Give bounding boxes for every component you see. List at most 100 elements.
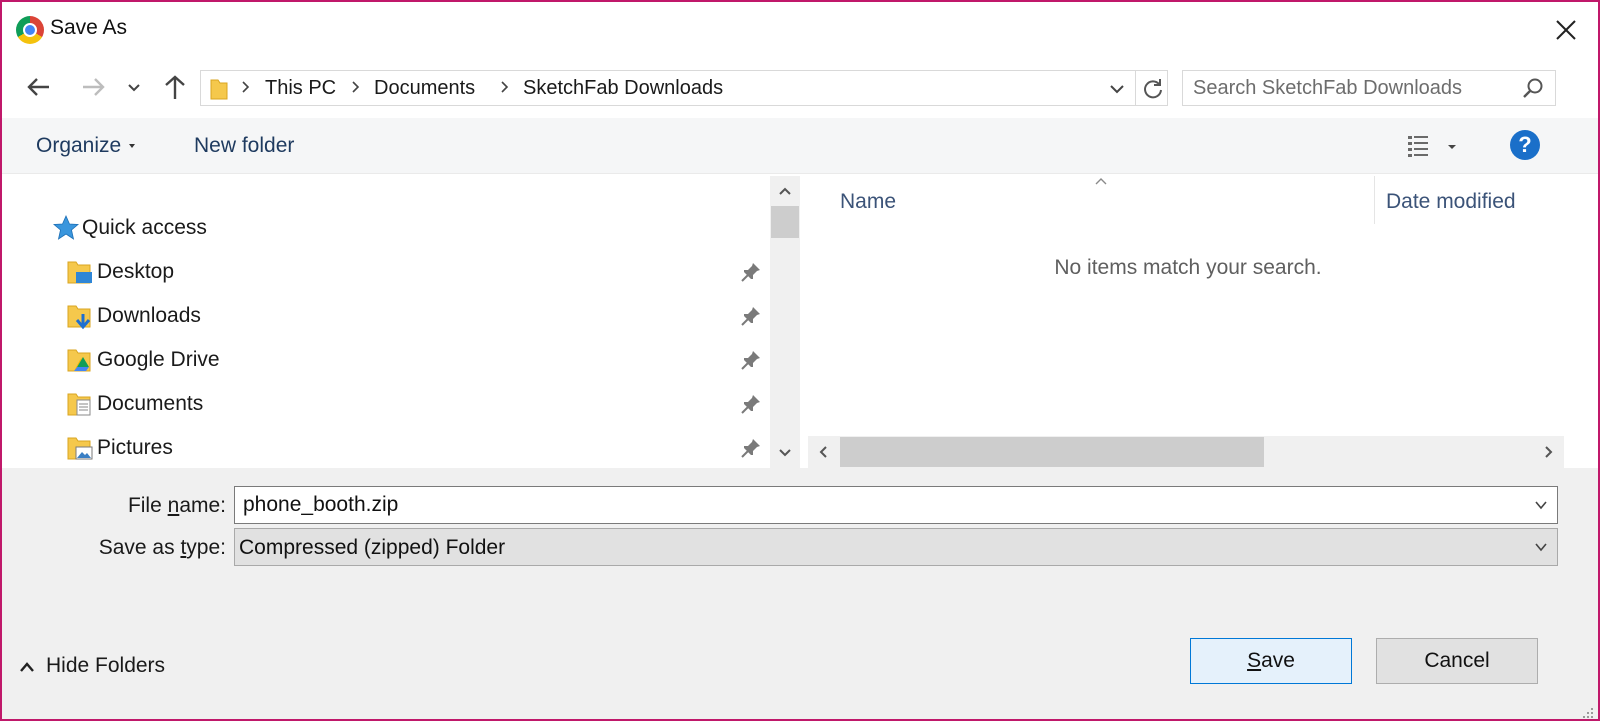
label-part: File <box>127 494 168 517</box>
cancel-button[interactable]: Cancel <box>1376 638 1538 684</box>
forward-arrow-icon <box>83 78 105 96</box>
chevron-down-icon[interactable] <box>1533 497 1549 513</box>
documents-folder-icon <box>67 393 91 416</box>
dialog-title: Save As <box>50 16 128 39</box>
chevron-down-icon <box>128 84 140 92</box>
save-as-type-label: Save as type: <box>16 536 226 560</box>
new-folder-button[interactable]: New folder <box>194 134 294 158</box>
nav-item-quick-access[interactable]: Quick access <box>2 206 772 250</box>
nav-item-pictures[interactable]: Pictures <box>2 426 772 470</box>
save-as-type-value: Compressed (zipped) Folder <box>239 536 506 559</box>
sort-ascending-icon <box>1095 178 1107 185</box>
file-name-label: File name: <box>16 494 226 518</box>
file-list-horizontal-scrollbar[interactable] <box>808 436 1564 468</box>
title-bar: Save As <box>2 2 1598 58</box>
scroll-up-button[interactable] <box>770 176 800 206</box>
nav-item-google-drive[interactable]: Google Drive <box>2 338 772 382</box>
organize-label: Organize <box>36 134 122 157</box>
help-button[interactable]: ? <box>1510 130 1540 160</box>
change-view-button[interactable] <box>1402 132 1464 162</box>
command-bar: Organize New folder ? <box>2 118 1598 174</box>
chevron-right-icon <box>501 81 509 93</box>
chevron-down-icon <box>1535 543 1547 552</box>
navigation-bar: This PC Documents SketchFab Downloads <box>2 60 1598 116</box>
file-list: Name Date modified No items match your s… <box>808 176 1564 468</box>
column-divider[interactable] <box>1374 176 1375 224</box>
address-divider <box>1135 71 1136 105</box>
chevron-down-icon[interactable] <box>1107 79 1127 99</box>
resize-grip-icon[interactable] <box>1580 705 1594 719</box>
breadcrumb-documents[interactable]: Documents <box>374 77 475 100</box>
quick-access-star-icon <box>52 215 80 240</box>
chevron-left-icon <box>819 446 827 458</box>
scroll-down-button[interactable] <box>770 438 800 468</box>
quick-access-label: Quick access <box>82 216 207 239</box>
caret-down-icon <box>129 144 136 149</box>
column-header-name[interactable]: Name <box>840 190 896 214</box>
close-icon <box>1556 20 1576 40</box>
nav-item-label: Pictures <box>97 436 173 459</box>
breadcrumb-sketchfab-downloads[interactable]: SketchFab Downloads <box>523 77 723 100</box>
pin-icon[interactable] <box>740 261 762 283</box>
access-key: S <box>1247 649 1262 672</box>
file-name-input[interactable] <box>243 492 1513 518</box>
nav-item-label: Desktop <box>97 260 175 283</box>
folder-icon <box>210 79 228 100</box>
pin-icon[interactable] <box>740 437 762 459</box>
pictures-folder-icon <box>67 437 93 460</box>
chevron-right-icon <box>352 81 360 93</box>
chevron-up-icon <box>779 187 791 195</box>
nav-item-documents[interactable]: Documents <box>2 382 772 426</box>
close-button[interactable] <box>1548 12 1584 48</box>
back-arrow-icon <box>27 78 49 96</box>
label-part: ype: <box>186 536 226 559</box>
forward-button[interactable] <box>78 72 108 102</box>
nav-item-label: Documents <box>97 392 204 415</box>
nav-item-downloads[interactable]: Downloads <box>2 294 772 338</box>
chrome-icon <box>16 16 44 44</box>
pin-icon[interactable] <box>740 305 762 327</box>
save-button[interactable]: Save <box>1190 638 1352 684</box>
chevron-right-icon <box>1545 446 1553 458</box>
label-part: ave <box>1261 649 1295 672</box>
file-name-combobox <box>234 486 1558 524</box>
access-key: n <box>167 494 180 517</box>
search-icon[interactable] <box>1521 77 1545 101</box>
address-bar[interactable]: This PC Documents SketchFab Downloads <box>200 70 1168 106</box>
scroll-right-button[interactable] <box>1534 436 1564 468</box>
recent-locations-button[interactable] <box>122 72 146 102</box>
navigation-pane: Quick access Desktop Downloads Google Dr… <box>2 176 802 468</box>
save-options-panel: File name: Save as type: Compressed (zip… <box>2 468 1598 719</box>
nav-item-desktop[interactable]: Desktop <box>2 250 772 294</box>
save-as-type-select[interactable]: Compressed (zipped) Folder <box>234 528 1558 566</box>
back-button[interactable] <box>24 72 54 102</box>
up-arrow-icon <box>165 75 185 99</box>
organize-button[interactable]: Organize <box>36 134 136 158</box>
details-view-icon <box>1408 136 1456 157</box>
breadcrumb-this-pc[interactable]: This PC <box>265 77 336 100</box>
chevron-up-icon <box>20 662 34 672</box>
refresh-icon[interactable] <box>1141 77 1165 101</box>
desktop-folder-icon <box>67 261 92 284</box>
pin-icon[interactable] <box>740 393 762 415</box>
search-input[interactable] <box>1193 75 1513 101</box>
google-drive-folder-icon <box>67 349 91 372</box>
downloads-folder-icon <box>67 305 91 330</box>
save-as-dialog: Save As This PC Documents SketchFab Down… <box>0 0 1600 721</box>
scroll-thumb[interactable] <box>771 206 799 238</box>
nav-pane-vertical-scrollbar[interactable] <box>770 176 800 468</box>
nav-item-label: Google Drive <box>97 348 220 371</box>
column-header-date-modified[interactable]: Date modified <box>1386 190 1516 214</box>
up-button[interactable] <box>160 72 190 102</box>
search-box <box>1182 70 1556 106</box>
label-part: Save as <box>98 536 181 559</box>
hide-folders-label: Hide Folders <box>46 654 166 677</box>
scroll-left-button[interactable] <box>808 436 838 468</box>
scroll-thumb[interactable] <box>840 437 1264 467</box>
pin-icon[interactable] <box>740 349 762 371</box>
chevron-right-icon <box>242 81 250 93</box>
cancel-button-label: Cancel <box>1424 649 1490 672</box>
chevron-down-icon <box>779 449 791 457</box>
empty-list-message: No items match your search. <box>1054 256 1322 279</box>
nav-item-label: Downloads <box>97 304 201 327</box>
